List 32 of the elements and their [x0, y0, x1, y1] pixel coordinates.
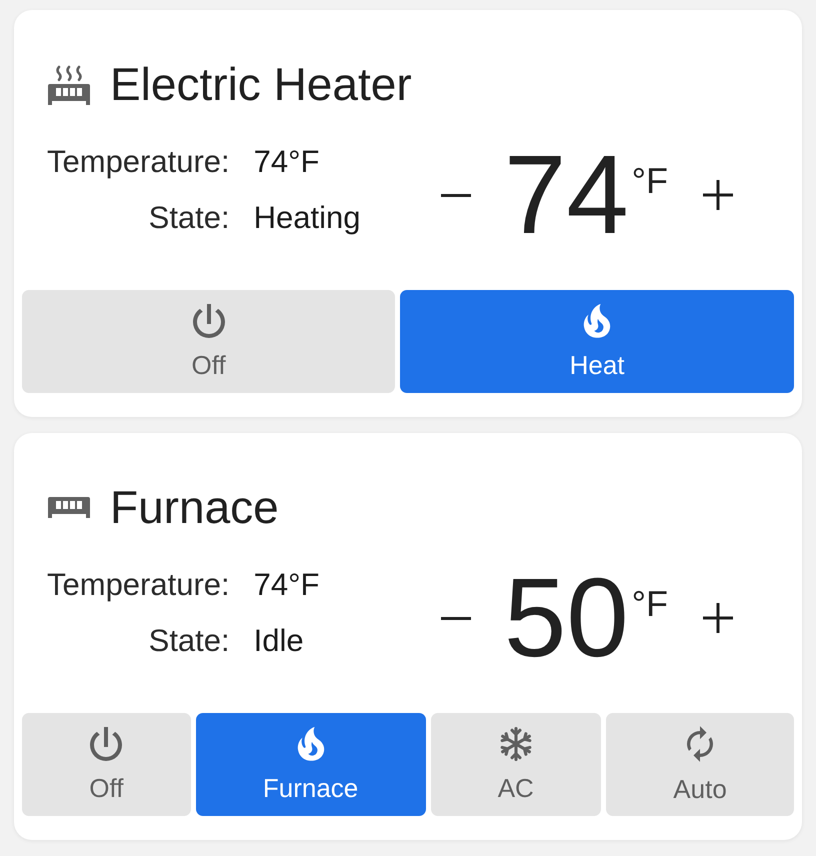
- mode-button[interactable]: AC: [430, 713, 602, 816]
- power-icon: [90, 726, 122, 760]
- state-label: State:: [148, 199, 230, 237]
- flame-icon: [296, 726, 325, 760]
- temperature-unit: °F: [632, 163, 668, 199]
- mode-button[interactable]: Off: [22, 290, 396, 393]
- plus-icon[interactable]: [703, 603, 733, 633]
- target-temperature: 74: [504, 139, 629, 251]
- heater-icon: [48, 64, 90, 104]
- temperature-label: Temperature:: [47, 566, 230, 604]
- current-temperature: 74°F: [254, 566, 320, 604]
- card-title: Furnace: [110, 480, 279, 535]
- temperature-label: Temperature:: [47, 143, 230, 181]
- temperature-unit: °F: [632, 586, 668, 622]
- plus-icon[interactable]: [703, 180, 733, 210]
- target-temperature: 50: [504, 562, 629, 674]
- mode-button[interactable]: Heat: [400, 290, 794, 393]
- power-icon: [192, 304, 225, 338]
- minus-icon[interactable]: [441, 194, 472, 196]
- mode-button[interactable]: Furnace: [196, 713, 426, 816]
- flame-icon: [583, 304, 612, 338]
- snowflake-icon: [498, 726, 533, 760]
- current-temperature: 74°F: [254, 143, 320, 181]
- minus-icon[interactable]: [441, 616, 472, 620]
- card-title: Electric Heater: [110, 57, 412, 112]
- state-value: Heating: [254, 199, 360, 237]
- state-value: Idle: [254, 622, 305, 660]
- mode-button[interactable]: Auto: [606, 713, 794, 816]
- mode-button[interactable]: Off: [22, 713, 191, 816]
- cycle-arrows-icon: [687, 726, 714, 762]
- radiator-icon: [48, 497, 90, 518]
- state-label: State:: [148, 622, 230, 660]
